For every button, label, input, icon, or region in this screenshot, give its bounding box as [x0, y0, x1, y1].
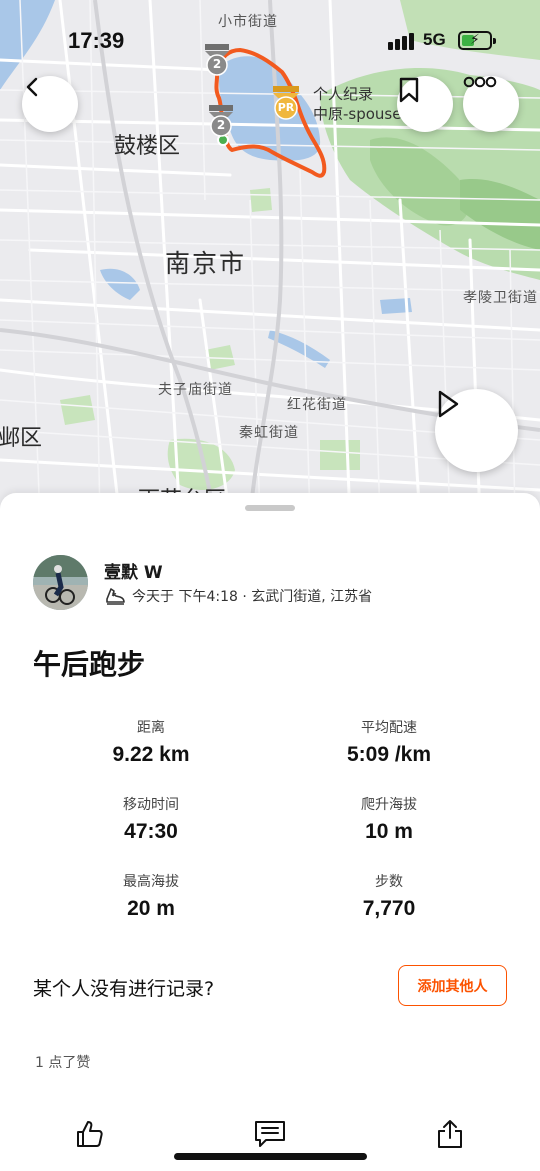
map-label-qinhong: 秦虹街道	[239, 425, 299, 441]
map-label-poi-line1: 个人纪录	[313, 85, 374, 103]
map-label-fuzimiao: 夫子庙街道	[158, 382, 233, 398]
stat-pace: 平均配速 5:09 /km	[269, 717, 509, 767]
status-time: 17:39	[68, 28, 125, 53]
thumbs-up-icon	[77, 1121, 103, 1147]
stat-distance: 距离 9.22 km	[31, 717, 271, 767]
stat-value: 7,770	[362, 897, 416, 920]
signal-strength-icon	[388, 32, 416, 50]
stat-max-elevation: 最高海拔 20 m	[31, 871, 271, 921]
status-bar: 17:39 5G ⚡	[0, 0, 540, 80]
stat-label: 距离	[137, 720, 165, 736]
athlete-name[interactable]: 壹默 W	[104, 558, 163, 583]
kudos-button[interactable]	[70, 1114, 110, 1154]
map-label-poi-line2: 中原-spouse-ien	[313, 105, 403, 123]
stat-label: 平均配速	[361, 720, 417, 736]
comment-button[interactable]	[250, 1114, 290, 1154]
record-question: 某个人没有进行记录?	[33, 978, 215, 1000]
activity-title: 午后跑步	[33, 648, 146, 681]
segment-badge-icon[interactable]: 2	[206, 103, 236, 137]
map-label-city: 南京市	[165, 249, 247, 278]
sheet-drag-handle[interactable]	[245, 505, 295, 511]
back-button[interactable]	[22, 76, 78, 132]
share-button[interactable]	[430, 1114, 470, 1154]
stat-label: 爬升海拔	[361, 797, 417, 813]
home-indicator[interactable]	[174, 1153, 367, 1160]
map-label-honghua: 红花街道	[287, 397, 347, 413]
activity-sheet: 壹默 W 今天于 下午4:18 · 玄武门街道, 江苏省 午后跑步 距离 9.2…	[0, 493, 540, 1171]
pr-badge-icon[interactable]: PR	[270, 84, 302, 120]
stat-value: 9.22 km	[112, 743, 190, 766]
stat-value: 5:09 /km	[346, 743, 432, 766]
bookmark-icon	[399, 77, 419, 103]
map-label-xiaoling: 孝陵卫街道	[463, 290, 538, 306]
stat-value: 47:30	[124, 820, 178, 843]
stat-label: 移动时间	[123, 797, 179, 813]
network-type: 5G	[423, 30, 446, 49]
stat-elevation-gain: 爬升海拔 10 m	[269, 794, 509, 844]
play-icon	[438, 390, 459, 418]
cyclist-photo-icon	[33, 555, 88, 610]
more-options-button[interactable]	[463, 76, 519, 132]
stat-label: 最高海拔	[123, 874, 179, 890]
bookmark-button[interactable]	[397, 76, 453, 132]
segment-badge-number: 2	[216, 118, 226, 132]
activity-meta: 今天于 下午4:18 · 玄武门街道, 江苏省	[104, 585, 372, 607]
map-label-gulou: 鼓楼区	[114, 134, 181, 159]
kudos-count[interactable]: 1 点了赞	[35, 1052, 90, 1072]
running-shoe-icon	[106, 588, 125, 605]
activity-meta-text: 今天于 下午4:18 · 玄武门街道, 江苏省	[132, 589, 373, 605]
comment-icon	[255, 1121, 285, 1147]
avatar[interactable]	[33, 555, 88, 610]
play-flyby-button[interactable]	[435, 389, 518, 472]
stat-value: 10 m	[365, 820, 413, 843]
add-others-button[interactable]: 添加其他人	[398, 965, 507, 1006]
stat-value: 20 m	[127, 897, 175, 920]
share-icon	[438, 1120, 462, 1148]
map-label-district-left: 邺区	[0, 426, 43, 451]
stat-label: 步数	[375, 874, 403, 890]
pr-badge-label: PR	[277, 101, 295, 114]
battery-charging-icon: ⚡	[458, 31, 496, 50]
stat-steps: 步数 7,770	[269, 871, 509, 921]
stat-moving-time: 移动时间 47:30	[31, 794, 271, 844]
